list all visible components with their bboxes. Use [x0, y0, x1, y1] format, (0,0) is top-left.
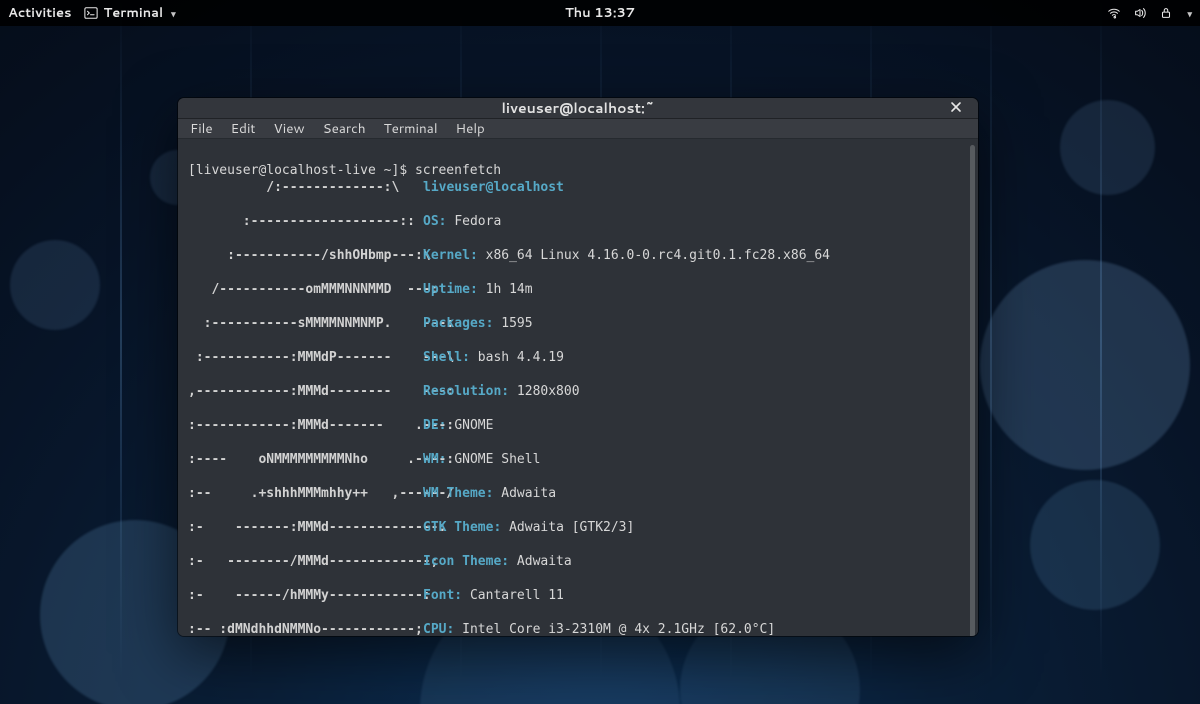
- menu-view[interactable]: View: [274, 119, 305, 138]
- info-wm: GNOME Shell: [454, 452, 540, 467]
- clock[interactable]: Thu 13:37: [565, 4, 635, 22]
- close-icon: [950, 98, 962, 118]
- app-menu[interactable]: Terminal ▾: [84, 4, 176, 22]
- chevron-down-icon: ▾: [171, 7, 176, 20]
- terminal-scrollbar[interactable]: [970, 145, 975, 636]
- menu-edit[interactable]: Edit: [231, 119, 256, 138]
- terminal-body[interactable]: [liveuser@localhost-live ~]$ screenfetch…: [178, 139, 978, 636]
- info-os: Fedora: [454, 214, 501, 229]
- info-packages: 1595: [501, 316, 532, 331]
- menu-terminal[interactable]: Terminal: [384, 119, 438, 138]
- info-wmtheme: Adwaita: [501, 486, 556, 501]
- activities-button[interactable]: Activities: [8, 4, 72, 22]
- menu-file[interactable]: File: [190, 119, 213, 138]
- info-resolution: 1280x800: [517, 384, 580, 399]
- info-shell: bash 4.4.19: [478, 350, 564, 365]
- window-titlebar[interactable]: liveuser@localhost:~: [178, 98, 978, 119]
- window-close-button[interactable]: [944, 98, 968, 120]
- terminal-window: liveuser@localhost:~ File Edit View Sear…: [178, 98, 978, 636]
- info-icontheme: Adwaita: [517, 554, 572, 569]
- network-wifi-icon[interactable]: [1107, 6, 1121, 20]
- volume-icon[interactable]: [1133, 6, 1147, 20]
- ascii-art-line: /:-------------:\: [188, 179, 423, 196]
- prompt-line: [liveuser@localhost-live ~]$ screenfetch: [188, 163, 501, 178]
- system-menu-chevron-icon[interactable]: ▾: [1187, 7, 1192, 20]
- info-userhost: liveuser@localhost: [423, 180, 564, 195]
- gnome-top-bar: Activities Terminal ▾ Thu 13:37 ▾: [0, 0, 1200, 26]
- app-menu-label: Terminal: [104, 4, 164, 22]
- menu-search[interactable]: Search: [323, 119, 366, 138]
- lock-icon[interactable]: [1159, 6, 1173, 20]
- terminal-app-icon: [84, 6, 98, 20]
- terminal-menubar: File Edit View Search Terminal Help: [178, 119, 978, 139]
- info-font: Cantarell 11: [470, 588, 564, 603]
- info-uptime: 1h 14m: [486, 282, 533, 297]
- info-gtk: Adwaita [GTK2/3]: [509, 520, 634, 535]
- info-de: GNOME: [454, 418, 493, 433]
- menu-help[interactable]: Help: [456, 119, 485, 138]
- window-title: liveuser@localhost:~: [502, 98, 655, 118]
- info-cpu: Intel Core i3-2310M @ 4x 2.1GHz [62.0°C]: [462, 622, 775, 636]
- info-kernel: x86_64 Linux 4.16.0-0.rc4.git0.1.fc28.x8…: [486, 248, 830, 263]
